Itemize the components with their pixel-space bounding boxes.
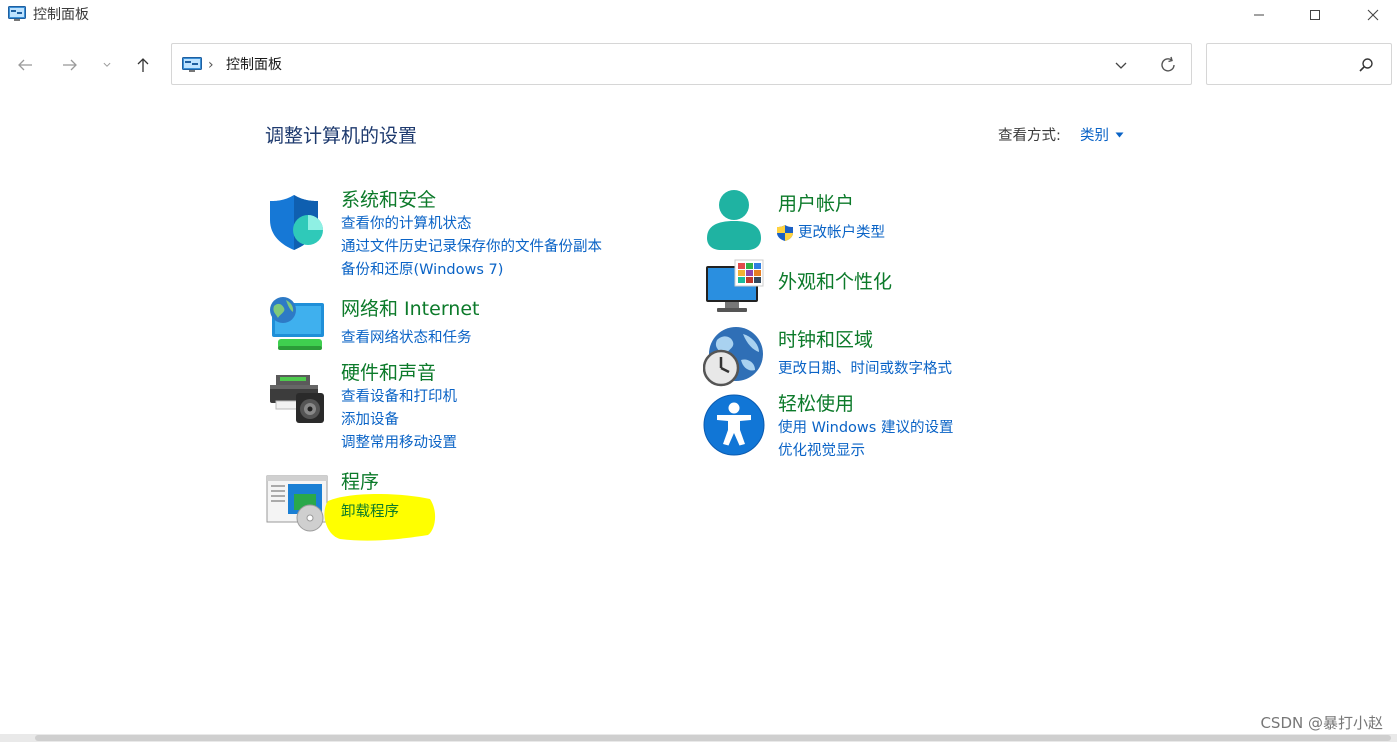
watermark-text: CSDN @暴打小赵 xyxy=(1260,714,1383,732)
appearance-monitor-icon[interactable] xyxy=(703,258,765,320)
category-appearance[interactable]: 外观和个性化 xyxy=(778,270,892,294)
printer-speaker-icon[interactable] xyxy=(266,365,328,427)
chevron-down-icon xyxy=(103,62,111,67)
link-change-date-time-format[interactable]: 更改日期、时间或数字格式 xyxy=(778,359,952,379)
breadcrumb-separator: › xyxy=(208,57,214,73)
security-shield-icon[interactable] xyxy=(266,192,328,254)
page-title: 调整计算机的设置 xyxy=(265,125,418,147)
arrow-up-icon xyxy=(137,58,149,72)
link-network-status[interactable]: 查看网络状态和任务 xyxy=(341,328,472,348)
link-backup-restore[interactable]: 备份和还原(Windows 7) xyxy=(341,260,503,280)
minimize-icon xyxy=(1254,14,1264,16)
up-button[interactable] xyxy=(128,50,158,80)
close-icon xyxy=(1367,9,1379,21)
recent-locations-button[interactable] xyxy=(92,50,122,80)
title-bar: 控制面板 xyxy=(0,0,1397,30)
close-button[interactable] xyxy=(1344,0,1397,30)
search-box[interactable] xyxy=(1206,43,1392,85)
clock-globe-icon[interactable] xyxy=(703,326,765,388)
category-network-internet[interactable]: 网络和 Internet xyxy=(341,297,479,321)
forward-button[interactable] xyxy=(55,50,85,80)
chevron-down-icon[interactable] xyxy=(1112,56,1130,74)
search-icon[interactable] xyxy=(1358,57,1374,73)
category-user-accounts[interactable]: 用户帐户 xyxy=(778,192,854,216)
link-recommended-settings[interactable]: 使用 Windows 建议的设置 xyxy=(778,418,953,438)
window-title: 控制面板 xyxy=(33,7,89,23)
maximize-icon xyxy=(1310,10,1320,20)
category-hardware-sound[interactable]: 硬件和声音 xyxy=(341,361,436,385)
link-devices-printers[interactable]: 查看设备和打印机 xyxy=(341,387,457,407)
breadcrumb-control-panel[interactable]: 控制面板 xyxy=(226,56,282,74)
uac-shield-icon xyxy=(777,225,793,241)
address-bar[interactable]: › 控制面板 xyxy=(171,43,1192,85)
control-panel-app-icon xyxy=(8,6,26,21)
arrow-right-icon xyxy=(63,59,77,71)
category-ease-of-access[interactable]: 轻松使用 xyxy=(778,392,854,416)
view-by-label: 查看方式: xyxy=(998,128,1061,144)
refresh-icon[interactable] xyxy=(1158,55,1178,75)
category-clock-region[interactable]: 时钟和区域 xyxy=(778,328,873,352)
back-button[interactable] xyxy=(10,50,40,80)
programs-icon[interactable] xyxy=(266,472,328,534)
view-by-dropdown[interactable]: 类别 xyxy=(1080,126,1109,146)
horizontal-scrollbar-thumb[interactable] xyxy=(35,735,1391,741)
accessibility-icon[interactable] xyxy=(703,394,765,456)
minimize-button[interactable] xyxy=(1230,0,1288,30)
caret-down-icon[interactable] xyxy=(1115,132,1124,138)
arrow-left-icon xyxy=(18,59,32,71)
category-system-security[interactable]: 系统和安全 xyxy=(341,188,436,212)
link-file-history-backup[interactable]: 通过文件历史记录保存你的文件备份副本 xyxy=(341,237,602,257)
user-account-icon[interactable] xyxy=(703,188,765,250)
maximize-button[interactable] xyxy=(1286,0,1344,30)
link-uninstall-program[interactable]: 卸载程序 xyxy=(341,502,399,522)
control-panel-icon xyxy=(182,57,202,72)
link-view-computer-status[interactable]: 查看你的计算机状态 xyxy=(341,214,472,234)
category-programs[interactable]: 程序 xyxy=(341,470,379,494)
network-globe-icon[interactable] xyxy=(266,294,328,356)
link-mobility-settings[interactable]: 调整常用移动设置 xyxy=(341,433,457,453)
link-optimize-visual-display[interactable]: 优化视觉显示 xyxy=(778,441,865,461)
search-input[interactable] xyxy=(1215,54,1359,76)
link-add-device[interactable]: 添加设备 xyxy=(341,410,399,430)
link-change-account-type[interactable]: 更改帐户类型 xyxy=(798,223,885,243)
